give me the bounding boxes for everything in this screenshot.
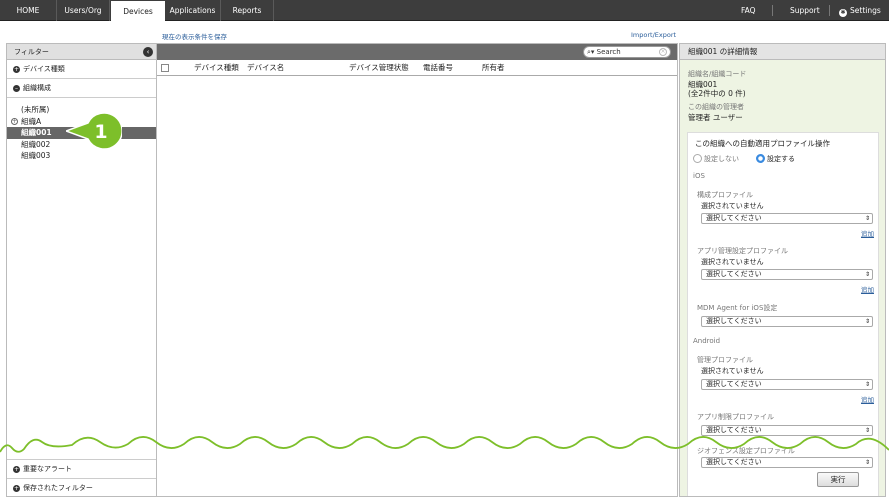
import-export-link[interactable]: Import/Export <box>631 31 676 39</box>
updown-icon: ⇕ <box>864 271 870 278</box>
column-device-type[interactable]: デバイス種類 <box>194 60 239 76</box>
admin-value: 管理者 ユーザー <box>688 113 743 122</box>
minus-circle-icon: – <box>13 85 20 92</box>
name-code-label: 組織名/組織コード <box>688 70 747 78</box>
plus-circle-icon: + <box>13 466 20 473</box>
radio-disable[interactable] <box>693 154 702 163</box>
app-mgmt-profile-status: 選択されていません <box>701 258 764 266</box>
select-value: 選択してください <box>706 426 762 434</box>
auto-profile-box: この組織への自動適用プロファイル操作 設定しない 設定する iOS 構成プロファ… <box>687 132 879 496</box>
tab-devices[interactable]: Devices <box>111 1 165 22</box>
tab-users-org[interactable]: Users/Org <box>57 0 110 21</box>
updown-icon: ⇕ <box>864 459 870 466</box>
plus-circle-icon: + <box>13 66 20 73</box>
nav-separator <box>829 5 830 16</box>
filter-saved[interactable]: + 保存されたフィルター <box>7 478 156 497</box>
collapse-icon[interactable]: ‹ <box>143 47 153 57</box>
select-value: 選択してください <box>706 458 762 466</box>
device-list-panel: ⌕▾ Search × デバイス種類 デバイス名 デバイス管理状態 電話番号 所… <box>157 43 678 497</box>
detail-title: 組織001 の詳細情報 <box>680 44 885 60</box>
callout-number: 1 <box>94 121 107 143</box>
updown-icon: ⇕ <box>864 215 870 222</box>
settings-link[interactable]: ✱ Settings <box>839 0 881 21</box>
mgmt-profile-status: 選択されていません <box>701 367 764 375</box>
device-count: (全2件中の 0 件) <box>688 89 746 98</box>
search-input[interactable]: ⌕▾ Search × <box>583 46 671 58</box>
android-section-label: Android <box>693 337 721 345</box>
nav-separator <box>772 5 773 16</box>
callout-marker: 1 <box>66 112 122 150</box>
column-management-state[interactable]: デバイス管理状態 <box>349 60 409 76</box>
filter-org-structure[interactable]: – 組織構成 <box>7 79 156 98</box>
add-config-profile-link[interactable]: 追加 <box>861 228 874 238</box>
select-value: 選択してください <box>706 270 762 278</box>
tab-applications[interactable]: Applications <box>165 0 221 21</box>
updown-icon: ⇕ <box>864 427 870 434</box>
settings-label: Settings <box>850 6 881 15</box>
support-link[interactable]: Support <box>790 0 820 21</box>
column-device-name[interactable]: デバイス名 <box>247 60 284 76</box>
app-mgmt-profile-select[interactable]: 選択してください ⇕ <box>701 269 873 280</box>
geofence-profile-label: ジオフェンス設定プロファイル <box>697 447 795 455</box>
device-table-header: デバイス種類 デバイス名 デバイス管理状態 電話番号 所有者 <box>157 60 677 76</box>
add-mgmt-profile-link[interactable]: 追加 <box>861 394 874 404</box>
tab-reports[interactable]: Reports <box>221 0 274 21</box>
select-value: 選択してください <box>706 380 762 388</box>
mgmt-profile-label: 管理プロファイル <box>697 356 753 364</box>
mdm-agent-select[interactable]: 選択してください ⇕ <box>701 316 873 327</box>
add-app-mgmt-profile-link[interactable]: 追加 <box>861 284 874 294</box>
admin-label: この組織の管理者 <box>688 103 744 111</box>
saved-filter-label: 保存されたフィルター <box>23 484 93 492</box>
select-value: 選択してください <box>706 317 762 325</box>
filter-important-alert[interactable]: + 重要なアラート <box>7 459 156 478</box>
column-owner[interactable]: 所有者 <box>482 60 505 76</box>
config-profile-status: 選択されていません <box>701 202 764 210</box>
expand-icon[interactable]: + <box>11 117 18 125</box>
filter-device-type-label: デバイス種類 <box>23 65 65 73</box>
ios-section-label: iOS <box>693 172 705 180</box>
gear-icon: ✱ <box>839 9 847 17</box>
app-mgmt-profile-label: アプリ管理設定プロファイル <box>697 247 788 255</box>
tree-item-org-003[interactable]: 組織003 <box>7 150 156 162</box>
column-phone-number[interactable]: 電話番号 <box>423 60 453 76</box>
mdm-agent-label: MDM Agent for iOS設定 <box>697 304 778 312</box>
save-view-link[interactable]: 現在の表示条件を保存 <box>162 31 227 41</box>
plus-circle-icon: + <box>13 485 20 492</box>
detail-panel: 組織001 の詳細情報 組織名/組織コード 組織001 (全2件中の 0 件) … <box>679 43 886 497</box>
app-restrict-profile-label: アプリ制限プロファイル <box>697 413 774 421</box>
important-alert-label: 重要なアラート <box>23 465 72 473</box>
mgmt-profile-select[interactable]: 選択してください ⇕ <box>701 379 873 390</box>
geofence-profile-select[interactable]: 選択してください ⇕ <box>701 457 873 468</box>
config-profile-label: 構成プロファイル <box>697 191 753 199</box>
faq-link[interactable]: FAQ <box>741 0 756 21</box>
top-nav: HOME Users/Org Devices Applications Repo… <box>0 0 889 22</box>
select-value: 選択してください <box>706 214 762 222</box>
updown-icon: ⇕ <box>864 318 870 325</box>
config-profile-select[interactable]: 選択してください ⇕ <box>701 213 873 224</box>
device-list-toolbar: ⌕▾ Search × <box>157 44 677 60</box>
search-icon: ⌕▾ <box>587 48 595 56</box>
filter-org-structure-label: 組織構成 <box>23 84 51 92</box>
select-all-checkbox[interactable] <box>161 64 169 72</box>
radio-disable-label: 設定しない <box>704 155 739 163</box>
filter-title: フィルター <box>14 48 49 56</box>
radio-enable[interactable] <box>756 154 765 163</box>
radio-enable-label: 設定する <box>767 155 795 163</box>
filter-header: フィルター ‹ <box>7 44 156 60</box>
tree-item-label: 組織A <box>21 116 42 126</box>
app-restrict-profile-select[interactable]: 選択してください ⇕ <box>701 425 873 436</box>
clear-icon[interactable]: × <box>659 48 667 56</box>
run-button[interactable]: 実行 <box>817 472 859 487</box>
search-placeholder: Search <box>596 48 621 56</box>
tab-home[interactable]: HOME <box>0 0 57 21</box>
filter-device-type[interactable]: + デバイス種類 <box>7 60 156 79</box>
auto-profile-title: この組織への自動適用プロファイル操作 <box>695 139 830 148</box>
updown-icon: ⇕ <box>864 381 870 388</box>
